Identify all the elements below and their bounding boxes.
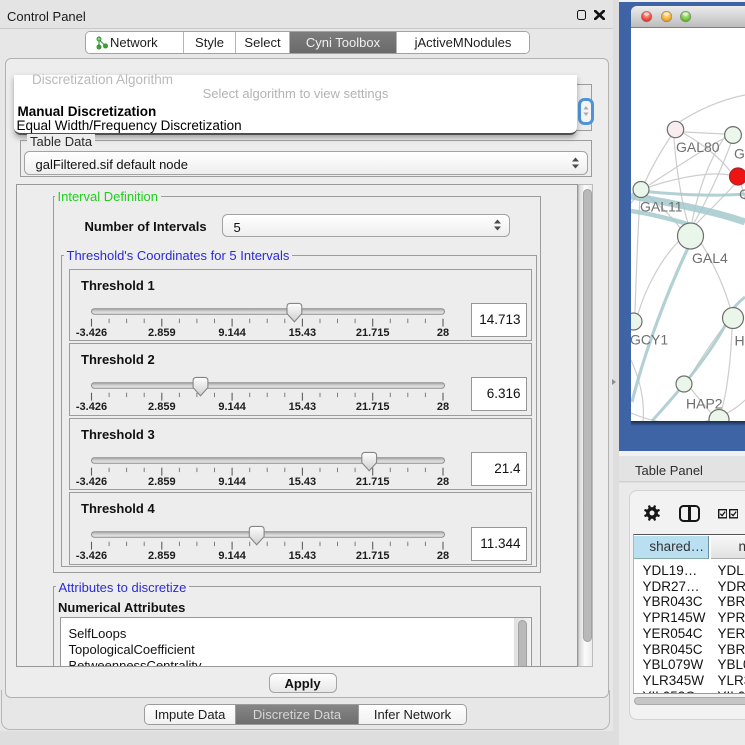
svg-text:2.859: 2.859 [148,475,176,487]
svg-text:21.715: 21.715 [355,326,389,338]
svg-text:9.144: 9.144 [218,475,246,487]
svg-text:2.859: 2.859 [148,550,176,562]
svg-text:GAL80: GAL80 [676,139,720,155]
svg-text:-3.426: -3.426 [75,401,106,413]
svg-text:9.144: 9.144 [218,550,246,562]
svg-text:28: 28 [436,401,448,413]
svg-text:-3.426: -3.426 [75,550,106,562]
svg-text:H: H [735,332,745,348]
svg-text:15.43: 15.43 [288,401,316,413]
svg-text:9.144: 9.144 [218,326,246,338]
svg-text:9.144: 9.144 [218,401,246,413]
svg-text:GAL11: GAL11 [640,198,683,214]
svg-text:28: 28 [436,475,448,487]
svg-text:21.715: 21.715 [355,401,389,413]
svg-text:28: 28 [436,326,448,338]
svg-text:GAL4: GAL4 [692,250,728,266]
svg-text:-3.426: -3.426 [75,475,106,487]
svg-text:15.43: 15.43 [288,475,316,487]
svg-text:2.859: 2.859 [148,326,176,338]
svg-text:15.43: 15.43 [288,326,316,338]
svg-text:HAP2: HAP2 [686,395,723,411]
svg-text:C: C [739,186,745,202]
svg-text:28: 28 [436,550,448,562]
svg-text:GA: GA [734,145,745,161]
svg-text:21.715: 21.715 [355,550,389,562]
svg-text:15.43: 15.43 [288,550,316,562]
svg-text:GCY1: GCY1 [631,331,668,347]
svg-text:2.859: 2.859 [148,401,176,413]
svg-text:21.715: 21.715 [355,475,389,487]
svg-text:-3.426: -3.426 [75,326,106,338]
